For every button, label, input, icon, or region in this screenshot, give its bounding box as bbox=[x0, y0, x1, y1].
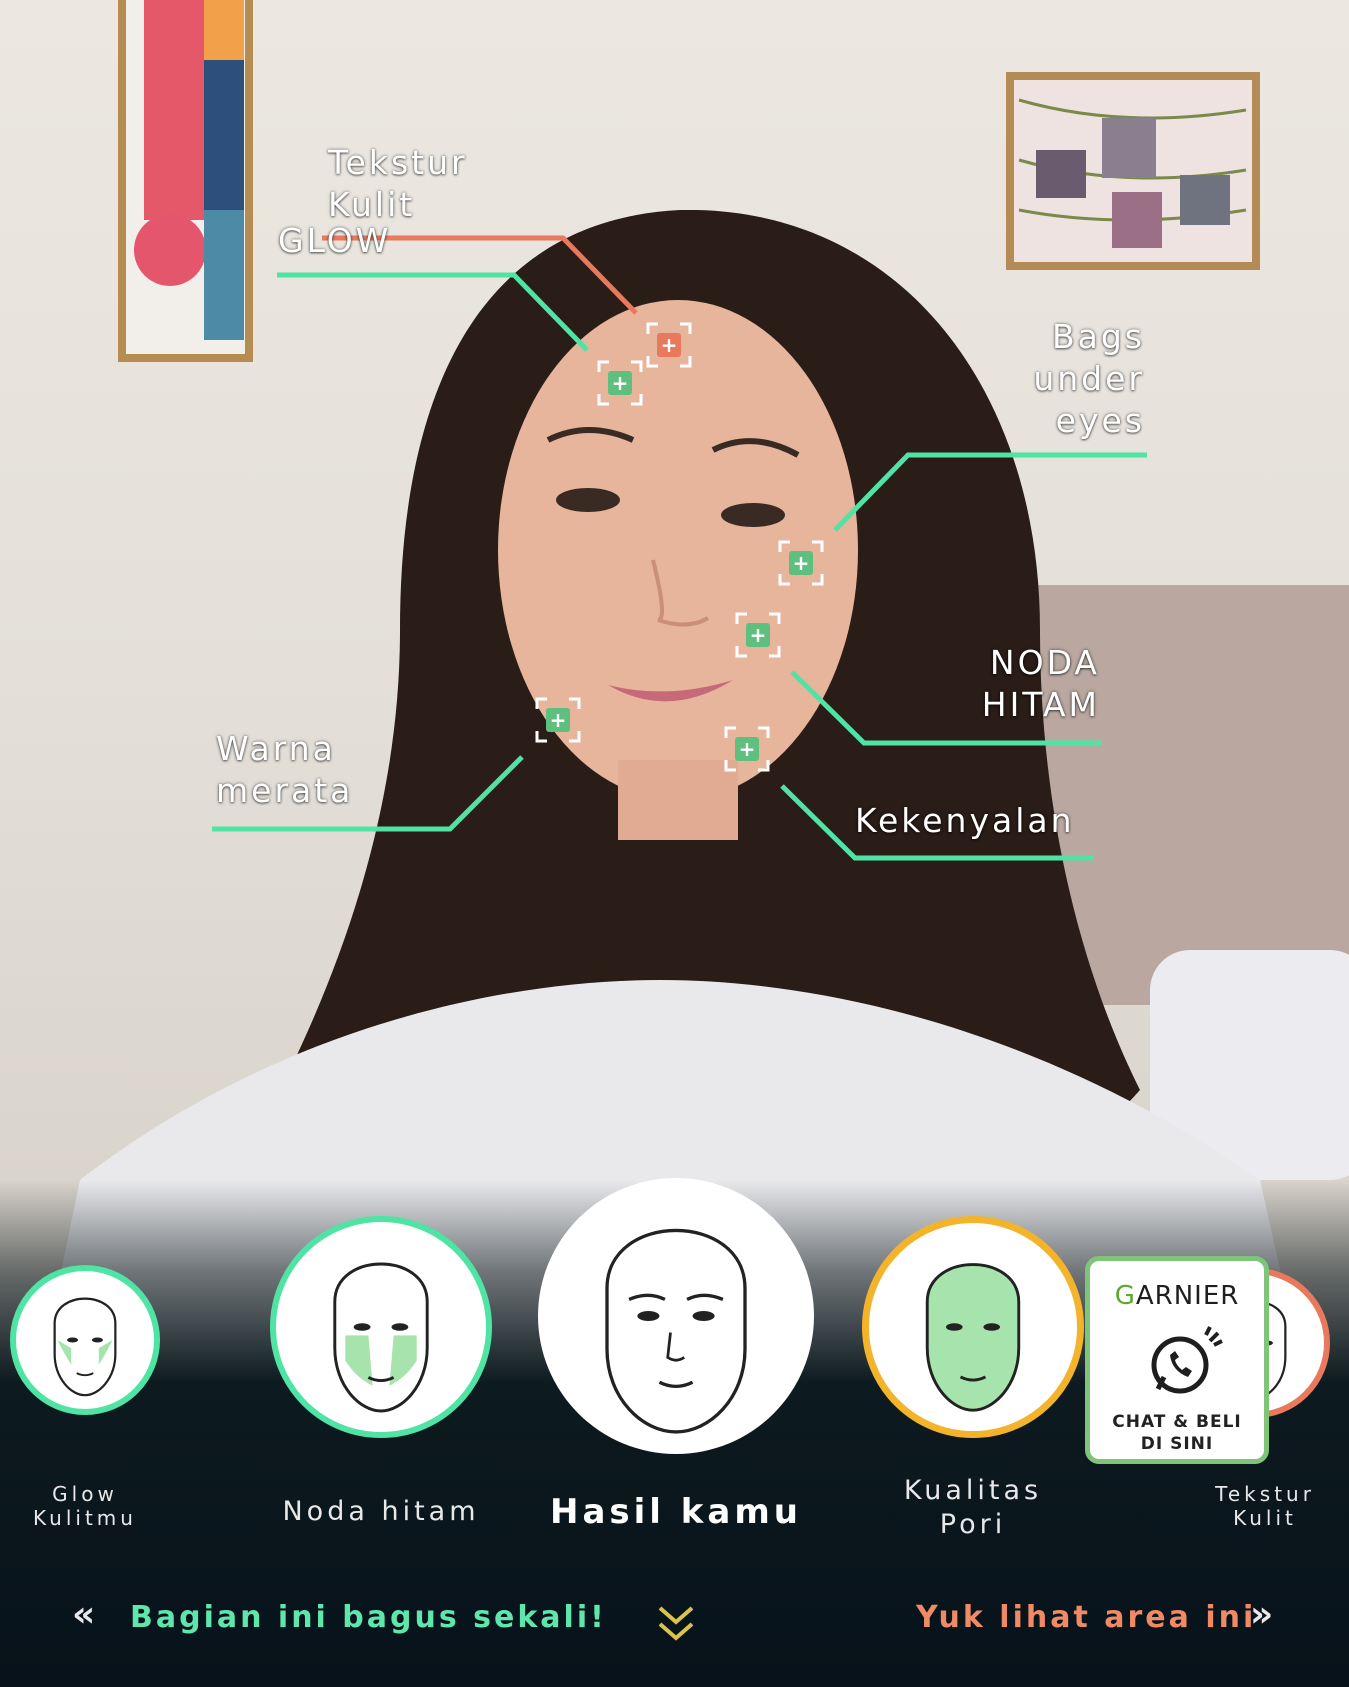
marker-warna[interactable]: + bbox=[535, 697, 581, 743]
marker-bags[interactable]: + bbox=[778, 540, 824, 586]
carousel-item-glow[interactable] bbox=[10, 1265, 160, 1415]
carousel-item-hasil-kamu[interactable] bbox=[538, 1178, 814, 1454]
nav-good-areas-link[interactable]: Bagian ini bagus sekali! bbox=[130, 1600, 607, 1635]
garnier-cta-text: CHAT & BELI DI SINI bbox=[1112, 1412, 1242, 1454]
nav-attention-areas-link[interactable]: Yuk lihat area ini bbox=[916, 1600, 1256, 1635]
face-outline-icon bbox=[605, 1228, 747, 1434]
face-outline-icon bbox=[53, 1297, 117, 1397]
zone-label-warna-merata: Warna merata bbox=[216, 729, 354, 810]
zone-label-tekstur-kulit: Tekstur Kulit bbox=[328, 143, 468, 224]
plus-icon: + bbox=[657, 333, 681, 357]
marker-noda[interactable]: + bbox=[735, 612, 781, 658]
plus-icon: + bbox=[608, 371, 632, 395]
chevron-right-double-icon[interactable]: » bbox=[1250, 1594, 1276, 1635]
carousel-caption-noda-hitam: Noda hitam bbox=[282, 1496, 480, 1527]
carousel-caption-kualitas-pori: Kualitas Pori bbox=[903, 1475, 1043, 1540]
wall-art-left bbox=[118, 0, 253, 362]
carousel-item-kualitas-pori[interactable] bbox=[862, 1216, 1084, 1438]
zone-label-glow: GLOW bbox=[278, 221, 392, 260]
carousel-caption-hasil-kamu: Hasil kamu bbox=[550, 1492, 802, 1532]
double-chevron-down-icon[interactable] bbox=[654, 1602, 698, 1646]
carousel-item-noda-hitam[interactable] bbox=[270, 1216, 492, 1438]
face-outline-icon bbox=[925, 1263, 1021, 1412]
plus-icon: + bbox=[746, 623, 770, 647]
garnier-logo: GARNIER bbox=[1114, 1281, 1240, 1311]
plus-icon: + bbox=[546, 708, 570, 732]
camera-view: Tekstur Kulit GLOW Bags under eyes NODA … bbox=[0, 0, 1349, 1687]
marker-glow[interactable]: + bbox=[597, 360, 643, 406]
garnier-chat-button[interactable]: GARNIER CHAT & BELI DI SINI bbox=[1085, 1256, 1269, 1464]
carousel-caption-tekstur-kulit: Tekstur Kulit bbox=[1215, 1482, 1315, 1530]
carousel-caption-glow: Glow Kulitmu bbox=[33, 1482, 137, 1530]
bottom-navigation: « Bagian ini bagus sekali! Yuk lihat are… bbox=[0, 1588, 1349, 1658]
marker-tekstur[interactable]: + bbox=[646, 322, 692, 368]
whatsapp-icon bbox=[1151, 1326, 1223, 1394]
zone-label-bags-under-eyes: Bags under eyes bbox=[1033, 317, 1145, 440]
chevron-left-double-icon[interactable]: « bbox=[72, 1594, 98, 1635]
marker-kekenyalan[interactable]: + bbox=[724, 726, 770, 772]
face-outline-icon bbox=[333, 1262, 429, 1413]
zone-label-noda-hitam: NODA HITAM bbox=[981, 643, 1100, 724]
plus-icon: + bbox=[735, 737, 759, 761]
zone-label-kekenyalan: Kekenyalan bbox=[855, 801, 1075, 840]
plus-icon: + bbox=[789, 551, 813, 575]
